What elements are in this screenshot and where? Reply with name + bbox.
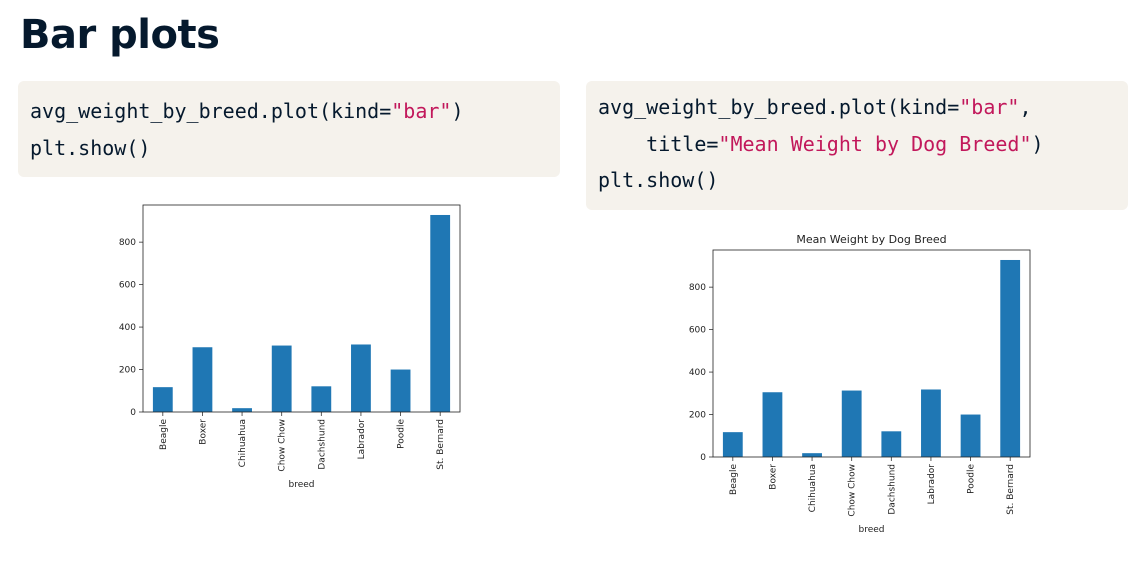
x-tick-label: Chow Chow bbox=[848, 464, 858, 517]
bar bbox=[232, 408, 252, 412]
code-token: plt.show() bbox=[598, 168, 719, 192]
x-tick-label: Poodle bbox=[967, 464, 977, 494]
x-tick-label: Boxer bbox=[198, 419, 208, 445]
y-tick-label: 600 bbox=[119, 281, 136, 291]
x-axis-label: breed bbox=[858, 525, 884, 535]
x-tick-label: Dachshund bbox=[887, 464, 897, 515]
code-token: , bbox=[1019, 95, 1032, 119]
code-token: avg_weight_by_breed.plot(kind= bbox=[598, 95, 960, 119]
y-tick-label: 800 bbox=[119, 238, 136, 248]
code-string-token: "bar" bbox=[959, 95, 1020, 119]
y-tick-label: 400 bbox=[119, 323, 136, 333]
code-token: ) bbox=[1031, 131, 1044, 156]
x-tick-label: St. Bernard bbox=[1006, 464, 1016, 515]
y-tick-label: 200 bbox=[119, 366, 136, 376]
y-tick-label: 200 bbox=[689, 411, 706, 421]
bar bbox=[921, 389, 941, 457]
x-tick-label: St. Bernard bbox=[436, 419, 446, 470]
bar bbox=[960, 414, 981, 457]
bar bbox=[762, 392, 783, 457]
bar bbox=[1000, 259, 1021, 457]
bar-chart-with-title: Mean Weight by Dog Breed Beagle Boxer Chihu… bbox=[689, 233, 1031, 535]
x-tick-label: Chihuahua bbox=[808, 464, 818, 512]
code-line: plt.show() bbox=[30, 130, 560, 167]
code-string-token: "bar" bbox=[391, 99, 452, 123]
bar bbox=[802, 453, 822, 457]
y-tick-label: 400 bbox=[689, 368, 706, 378]
x-tick-label: Labrador bbox=[357, 419, 367, 460]
x-tick-label: Poodle bbox=[397, 419, 407, 449]
x-tick-label: Beagle bbox=[729, 464, 739, 495]
bar bbox=[351, 344, 371, 412]
code-token: ) bbox=[451, 99, 464, 123]
code-token: avg_weight_by_breed.plot(kind= bbox=[30, 99, 392, 123]
code-line: avg_weight_by_breed.plot(kind="bar") bbox=[30, 93, 560, 130]
bar bbox=[192, 347, 213, 412]
x-tick-label: Labrador bbox=[927, 464, 937, 505]
bar bbox=[152, 387, 173, 412]
code-block-titled-plot: avg_weight_by_breed.plot(kind="bar", tit… bbox=[586, 81, 1128, 210]
chart-title: Mean Weight by Dog Breed bbox=[796, 233, 946, 246]
code-line: plt.show() bbox=[598, 162, 1128, 199]
bar bbox=[390, 369, 411, 412]
code-line: title="Mean Weight by Dog Breed") bbox=[598, 126, 1128, 163]
bar-chart-no-title: Beagle Boxer Chihuahua Chow Chow Dachshund La… bbox=[119, 204, 461, 490]
bar bbox=[271, 345, 292, 412]
x-tick-label: Boxer bbox=[768, 464, 778, 490]
x-tick-label: Beagle bbox=[159, 419, 169, 450]
x-tick-label: Dachshund bbox=[317, 419, 327, 470]
y-tick-label: 0 bbox=[700, 453, 706, 463]
bar bbox=[881, 431, 902, 457]
bar bbox=[722, 432, 743, 457]
y-tick-label: 0 bbox=[130, 408, 136, 418]
code-string-token: "Mean Weight by Dog Breed" bbox=[718, 131, 1032, 156]
bar bbox=[311, 386, 332, 412]
plot-frame bbox=[142, 204, 461, 413]
x-tick-label: Chihuahua bbox=[238, 419, 248, 467]
page-title: Bar plots bbox=[20, 12, 220, 58]
x-tick-label: Chow Chow bbox=[278, 419, 288, 472]
code-block-plain-plot: avg_weight_by_breed.plot(kind="bar") plt.… bbox=[18, 81, 560, 177]
y-tick-label: 800 bbox=[689, 283, 706, 293]
code-line: avg_weight_by_breed.plot(kind="bar", bbox=[598, 89, 1128, 126]
x-axis-label: breed bbox=[288, 480, 314, 490]
code-token: title= bbox=[598, 131, 719, 156]
y-tick-label: 600 bbox=[689, 326, 706, 336]
code-token: plt.show() bbox=[30, 135, 151, 160]
plot-frame bbox=[712, 249, 1031, 458]
bar bbox=[430, 214, 451, 412]
bar bbox=[841, 390, 862, 457]
